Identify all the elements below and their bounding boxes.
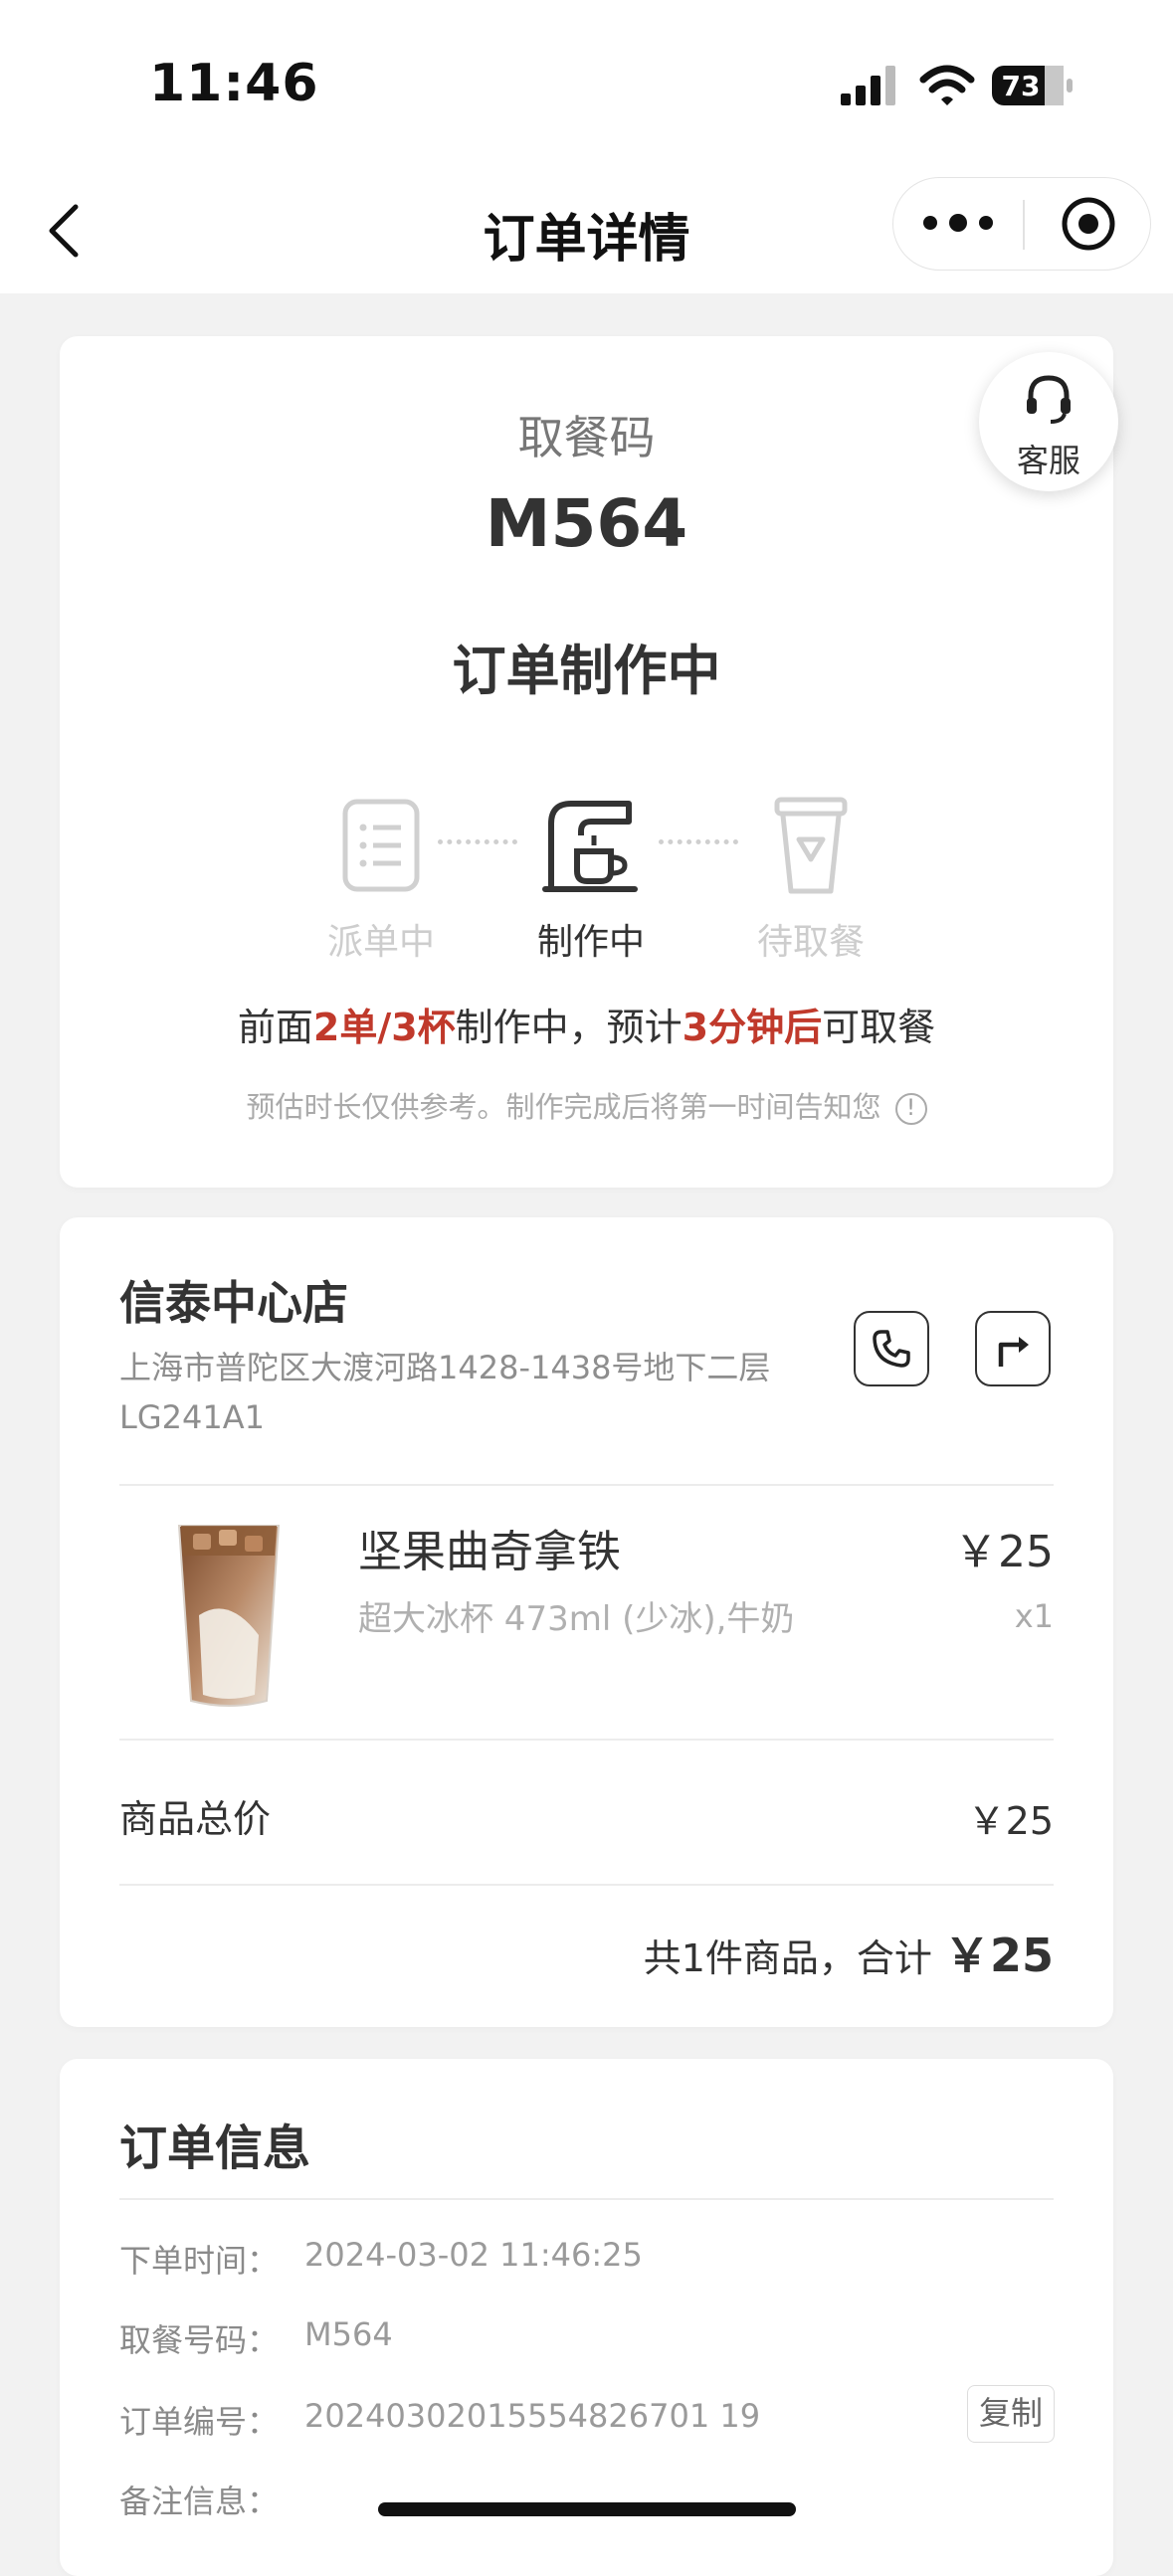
pickup-number-row: 取餐号码： M564 [119,2315,393,2361]
remarks-row: 备注信息： [119,2477,279,2522]
estimate-note-text: 预估时长仅供参考。制作完成后将第一时间告知您 [246,1090,881,1124]
directions-icon [998,1337,1029,1367]
subtotal-value: ￥25 [967,1799,1054,1843]
divider [119,1484,1054,1486]
info-label: 下单时间： [119,2242,280,2280]
call-store-button[interactable] [854,1311,929,1386]
phone-icon [873,1330,910,1368]
queue-orders-cups: 2单/3杯 [312,1006,456,1049]
queue-wait-time: 3分钟后 [682,1006,823,1049]
home-indicator[interactable] [378,2502,796,2516]
miniapp-capsule [892,177,1151,271]
order-time-value: 2024-03-02 11:46:25 [304,2236,643,2274]
step-label: 制作中 [536,922,645,963]
order-time-row: 下单时间： 2024-03-02 11:46:25 [119,2236,643,2282]
divider [119,2198,1054,2200]
queue-estimate: 前面2单/3杯制作中，预计3分钟后可取餐 [60,997,1113,1051]
step-making: 制作中 [511,796,671,965]
battery-icon: 73 [992,66,1073,105]
receipt-icon [342,799,420,892]
product-image [177,1525,281,1707]
pickup-code-label: 取餐码 [517,411,656,464]
store-order-card: 信泰中心店 上海市普陀区大渡河路1428-1438号地下二层LG241A1 坚果… [60,1217,1113,2027]
order-number-value: 20240302015554826701 19 [304,2397,761,2435]
step-connector [438,839,517,844]
divider [119,1739,1054,1741]
pickup-status-card: 取餐码 M564 订单制作中 派单中 制作中 待取餐 前面2单/3杯制作中，预计… [60,336,1113,1188]
total-amount: ￥25 [943,1929,1054,1982]
order-status-text: 订单制作中 [452,640,721,702]
info-icon[interactable]: ! [894,1093,927,1125]
more-options-icon[interactable] [923,198,993,248]
step-label: 待取餐 [756,922,865,963]
customer-service-button[interactable]: 客服 [979,352,1118,491]
copy-order-number-button[interactable]: 复制 [967,2385,1055,2443]
product-name: 坚果曲奇拿铁 [358,1527,621,1577]
estimate-note: 预估时长仅供参考。制作完成后将第一时间告知您! [60,1084,1113,1126]
info-label: 备注信息： [119,2483,280,2520]
store-address: 上海市普陀区大渡河路1428-1438号地下二层LG241A1 [119,1349,771,1436]
store-name: 信泰中心店 [119,1276,348,1330]
queue-prefix: 前面 [237,1006,313,1049]
subtotal-label: 商品总价 [119,1797,272,1841]
status-time: 11:46 [149,54,319,113]
info-label: 订单编号： [119,2403,280,2441]
wifi-icon [919,65,975,105]
info-label: 取餐号码： [119,2321,280,2359]
close-miniapp-icon[interactable] [1061,196,1116,252]
queue-suffix: 可取餐 [822,1006,936,1049]
order-number-row: 订单编号： 20240302015554826701 19 [119,2397,760,2443]
cup-icon [774,797,848,894]
headset-icon [1027,375,1071,424]
navigate-button[interactable] [975,1311,1051,1386]
status-bar: 11:46 73 [0,0,1173,159]
step-connector [659,839,738,844]
product-spec: 超大冰杯 473ml (少冰),牛奶 [358,1599,795,1639]
battery-level: 73 [1002,70,1041,102]
step-dispatching: 派单中 [301,796,461,965]
pickup-code: M564 [485,485,688,562]
total-prefix: 共1件商品，合计 [643,1936,944,1980]
capsule-divider [1023,200,1025,250]
queue-middle: 制作中，预计 [455,1006,683,1049]
step-ready-for-pickup: 待取餐 [731,796,890,965]
product-price: ￥25 [954,1527,1054,1577]
customer-service-label: 客服 [1016,442,1080,479]
step-label: 派单中 [326,922,435,963]
nav-bar: 订单详情 [0,159,1173,293]
cellular-signal-icon [841,66,895,105]
coffee-machine-icon [542,801,638,892]
order-info-title: 订单信息 [119,2120,311,2176]
product-quantity: x1 [1014,1597,1054,1635]
order-total: 共1件商品，合计 ￥25 [644,1920,1054,1985]
pickup-number-value: M564 [304,2315,393,2353]
order-info-card: 订单信息 下单时间： 2024-03-02 11:46:25 取餐号码： M56… [60,2059,1113,2576]
divider [119,1884,1054,1886]
